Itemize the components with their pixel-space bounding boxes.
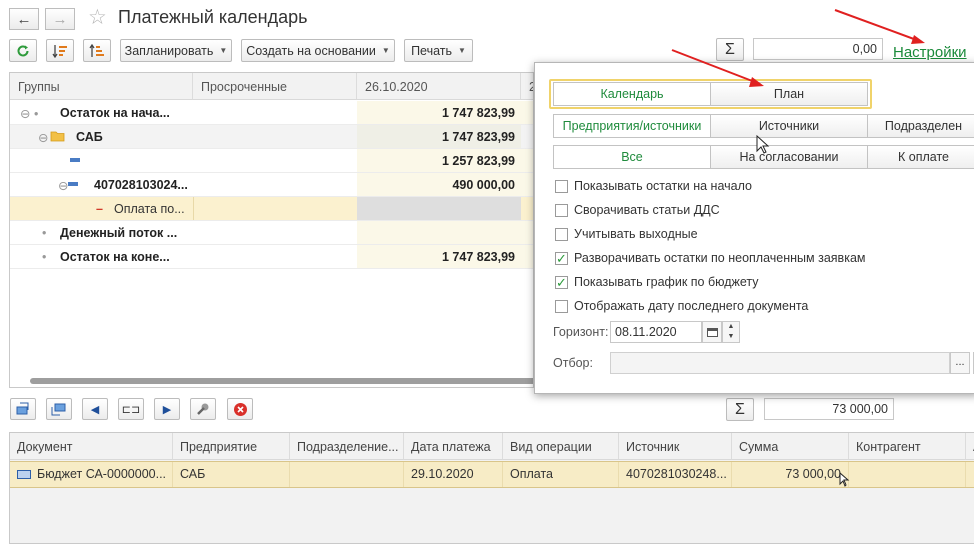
red-arrow-icon <box>671 49 764 87</box>
mouse-cursor-icon <box>756 134 770 154</box>
annotation-overlay <box>671 9 925 487</box>
red-arrow-icon <box>834 9 925 44</box>
text-cursor-icon <box>839 471 850 487</box>
